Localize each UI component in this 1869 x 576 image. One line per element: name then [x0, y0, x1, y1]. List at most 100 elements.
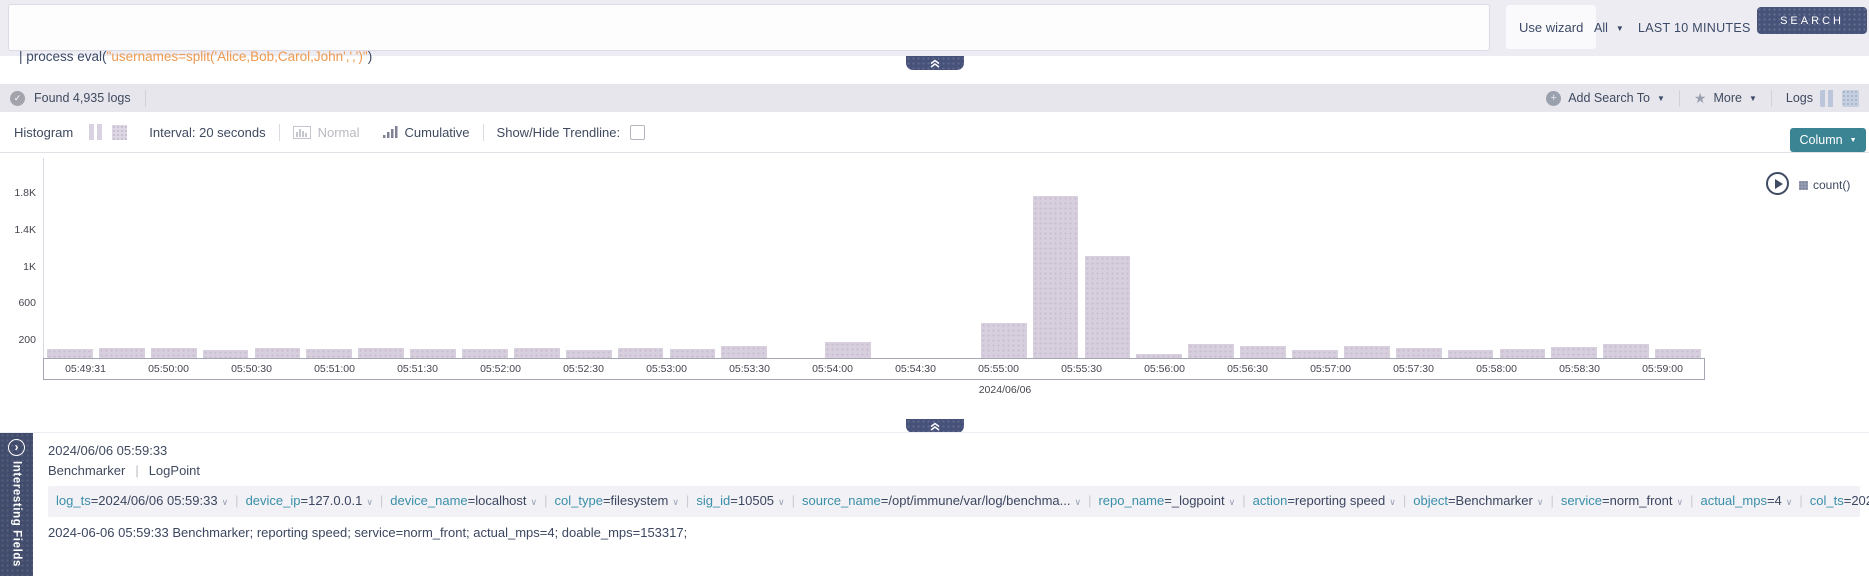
histogram-bar[interactable]	[563, 158, 615, 358]
grid-view-icon[interactable]	[1842, 90, 1859, 107]
histogram-bar[interactable]	[407, 158, 459, 358]
cumulative-histogram-icon[interactable]	[382, 126, 398, 139]
normal-histogram-icon[interactable]	[293, 126, 311, 139]
field-key[interactable]: col_ts	[1810, 493, 1844, 508]
histogram-bar[interactable]	[200, 158, 252, 358]
log-field-object[interactable]: object=Benchmarker∨	[1413, 493, 1543, 508]
field-chevron-down-icon[interactable]: ∨	[1229, 497, 1236, 507]
histogram-bar[interactable]	[252, 158, 304, 358]
histogram-bar[interactable]	[926, 158, 978, 358]
histogram-bar[interactable]	[1082, 158, 1134, 358]
divider	[279, 124, 280, 141]
histogram-bar[interactable]	[1600, 158, 1652, 358]
histogram-bar[interactable]	[1133, 158, 1185, 358]
scope-dropdown[interactable]: All ▼	[1594, 0, 1624, 56]
field-key[interactable]: device_ip	[246, 493, 301, 508]
log-field-source_name[interactable]: source_name=/opt/immune/var/log/benchma.…	[802, 493, 1081, 508]
log-field-sig_id[interactable]: sig_id=10505∨	[696, 493, 784, 508]
field-key[interactable]: sig_id	[696, 493, 730, 508]
field-key[interactable]: object	[1413, 493, 1448, 508]
field-key[interactable]: device_name	[390, 493, 467, 508]
log-field-col_type[interactable]: col_type=filesystem∨	[555, 493, 679, 508]
histogram-bar[interactable]	[1652, 158, 1704, 358]
field-chevron-down-icon[interactable]: ∨	[1537, 497, 1544, 507]
histogram-bar[interactable]	[1289, 158, 1341, 358]
histogram-bar[interactable]	[770, 158, 822, 358]
time-range-dropdown[interactable]: LAST 10 MINUTES ▼	[1638, 0, 1767, 56]
chart-type-dropdown[interactable]: Column ▼	[1790, 128, 1866, 152]
field-chevron-down-icon[interactable]: ∨	[366, 497, 373, 507]
log-field-action[interactable]: action=reporting speed∨	[1253, 493, 1396, 508]
histogram-bar[interactable]	[667, 158, 719, 358]
query-input[interactable]: | process eval("usernames=split('Alice,B…	[8, 4, 1490, 51]
histogram-bar[interactable]	[1237, 158, 1289, 358]
field-chevron-down-icon[interactable]: ∨	[1074, 497, 1081, 507]
log-field-device_name[interactable]: device_name=localhost∨	[390, 493, 537, 508]
histogram-bar[interactable]	[1185, 158, 1237, 358]
histogram-bar[interactable]	[1497, 158, 1549, 358]
interesting-fields-sidebar[interactable]: › Interesting Fields	[0, 433, 33, 576]
histogram-bar[interactable]	[718, 158, 770, 358]
field-chevron-down-icon[interactable]: ∨	[1786, 497, 1793, 507]
field-chevron-down-icon[interactable]: ∨	[222, 497, 229, 507]
field-key[interactable]: action	[1253, 493, 1288, 508]
use-wizard-button[interactable]: Use wizard	[1506, 5, 1596, 49]
collapse-search-tab[interactable]	[906, 56, 964, 70]
field-key[interactable]: col_type	[555, 493, 603, 508]
log-field-device_ip[interactable]: device_ip=127.0.0.1∨	[246, 493, 373, 508]
histogram-bar[interactable]	[148, 158, 200, 358]
field-key[interactable]: source_name	[802, 493, 881, 508]
histogram-bar[interactable]	[1030, 158, 1082, 358]
histogram-bar[interactable]	[355, 158, 407, 358]
field-chevron-down-icon[interactable]: ∨	[778, 497, 785, 507]
log-field-service[interactable]: service=norm_front∨	[1561, 493, 1683, 508]
column-view-icon[interactable]	[89, 124, 102, 140]
field-key[interactable]: actual_mps	[1700, 493, 1766, 508]
cumulative-mode-label[interactable]: Cumulative	[405, 125, 470, 140]
log-collector[interactable]: LogPoint	[149, 463, 200, 478]
histogram-bar[interactable]	[303, 158, 355, 358]
heatmap-view-icon[interactable]	[112, 125, 127, 140]
histogram-bar[interactable]	[615, 158, 667, 358]
collapse-chart-tab[interactable]	[906, 419, 964, 433]
list-view-icon[interactable]	[1820, 90, 1835, 107]
add-search-to-label: Add Search To	[1568, 91, 1650, 105]
field-value: norm_front	[1610, 493, 1673, 508]
log-field-col_ts[interactable]: col_ts=2024/06/06 05:59:33∨	[1810, 493, 1869, 508]
log-field-actual_mps[interactable]: actual_mps=4∨	[1700, 493, 1792, 508]
histogram-bar[interactable]	[1341, 158, 1393, 358]
histogram-bar[interactable]	[978, 158, 1030, 358]
log-field-log_ts[interactable]: log_ts=2024/06/06 05:59:33∨	[56, 493, 228, 508]
histogram-bar[interactable]	[1445, 158, 1497, 358]
field-chevron-down-icon[interactable]: ∨	[531, 497, 538, 507]
trendline-checkbox[interactable]	[630, 125, 645, 140]
result-status-bar: ✓ Found 4,935 logs + Add Search To ▼ ★ M…	[0, 84, 1869, 112]
histogram-bar[interactable]	[459, 158, 511, 358]
field-chevron-down-icon[interactable]: ∨	[1676, 497, 1683, 507]
histogram-bar[interactable]	[511, 158, 563, 358]
histogram-bar[interactable]	[822, 158, 874, 358]
log-field-repo_name[interactable]: repo_name=_logpoint∨	[1098, 493, 1235, 508]
more-menu-button[interactable]: ★ More ▼	[1694, 90, 1757, 107]
histogram-bar[interactable]	[96, 158, 148, 358]
field-chevron-down-icon[interactable]: ∨	[1389, 497, 1396, 507]
raw-log-line[interactable]: 2024-06-06 05:59:33 Benchmarker; reporti…	[48, 525, 1860, 540]
play-icon	[1775, 179, 1783, 189]
x-axis[interactable]: 05:49:3105:50:0005:50:3005:51:0005:51:30…	[43, 358, 1705, 380]
histogram-label: Histogram	[14, 125, 73, 140]
field-key[interactable]: repo_name	[1098, 493, 1164, 508]
histogram-bar[interactable]	[44, 158, 96, 358]
histogram-bar[interactable]	[1393, 158, 1445, 358]
field-chevron-down-icon[interactable]: ∨	[672, 497, 679, 507]
histogram-bar[interactable]	[874, 158, 926, 358]
chevron-right-circle-icon: ›	[8, 439, 25, 456]
field-key[interactable]: service	[1561, 493, 1602, 508]
search-button[interactable]: SEARCH	[1757, 7, 1867, 34]
add-search-to-button[interactable]: + Add Search To ▼	[1546, 91, 1665, 106]
play-button[interactable]	[1766, 172, 1789, 195]
log-source[interactable]: Benchmarker	[48, 463, 125, 478]
field-value: reporting speed	[1295, 493, 1385, 508]
field-key[interactable]: log_ts	[56, 493, 91, 508]
normal-mode-label[interactable]: Normal	[318, 125, 360, 140]
histogram-bar[interactable]	[1548, 158, 1600, 358]
